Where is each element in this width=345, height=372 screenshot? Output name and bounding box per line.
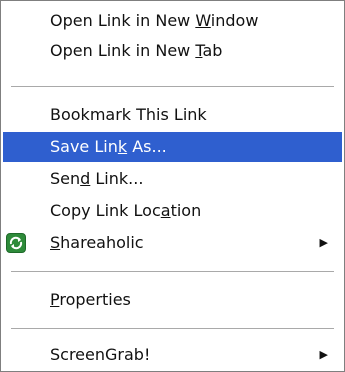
menu-item-properties[interactable]: Properties (3, 285, 342, 315)
menu-separator (11, 328, 334, 330)
shareaholic-icon (6, 233, 26, 253)
menu-item-label: Bookmark This Link (50, 105, 207, 124)
menu-item-label: Save Link As... (50, 137, 167, 156)
menu-item-open-link-new-tab[interactable]: Open Link in New Tab (3, 36, 342, 66)
menu-separator (11, 86, 334, 88)
menu-item-label: Shareaholic (50, 233, 144, 252)
menu-item-label: ScreenGrab! (50, 345, 151, 364)
context-menu: Open Link in New Window Open Link in New… (0, 0, 345, 372)
menu-item-screengrab[interactable]: ScreenGrab! ▶ (3, 340, 342, 370)
menu-item-label: Send Link... (50, 169, 144, 188)
menu-item-copy-link-location[interactable]: Copy Link Location (3, 196, 342, 226)
submenu-arrow-icon: ▶ (319, 348, 328, 361)
menu-item-shareaholic[interactable]: Shareaholic ▶ (3, 228, 342, 258)
share-loop-icon (9, 236, 23, 250)
submenu-arrow-icon: ▶ (319, 236, 328, 249)
menu-item-label: Open Link in New Window (50, 11, 259, 30)
menu-item-open-link-new-window[interactable]: Open Link in New Window (3, 6, 342, 36)
menu-item-send-link[interactable]: Send Link... (3, 164, 342, 194)
menu-item-label: Properties (50, 290, 131, 309)
menu-item-label: Open Link in New Tab (50, 41, 223, 60)
menu-separator (11, 271, 334, 273)
menu-item-label: Copy Link Location (50, 201, 202, 220)
menu-item-save-link-as[interactable]: Save Link As... (3, 132, 342, 162)
menu-item-bookmark-link[interactable]: Bookmark This Link (3, 100, 342, 130)
